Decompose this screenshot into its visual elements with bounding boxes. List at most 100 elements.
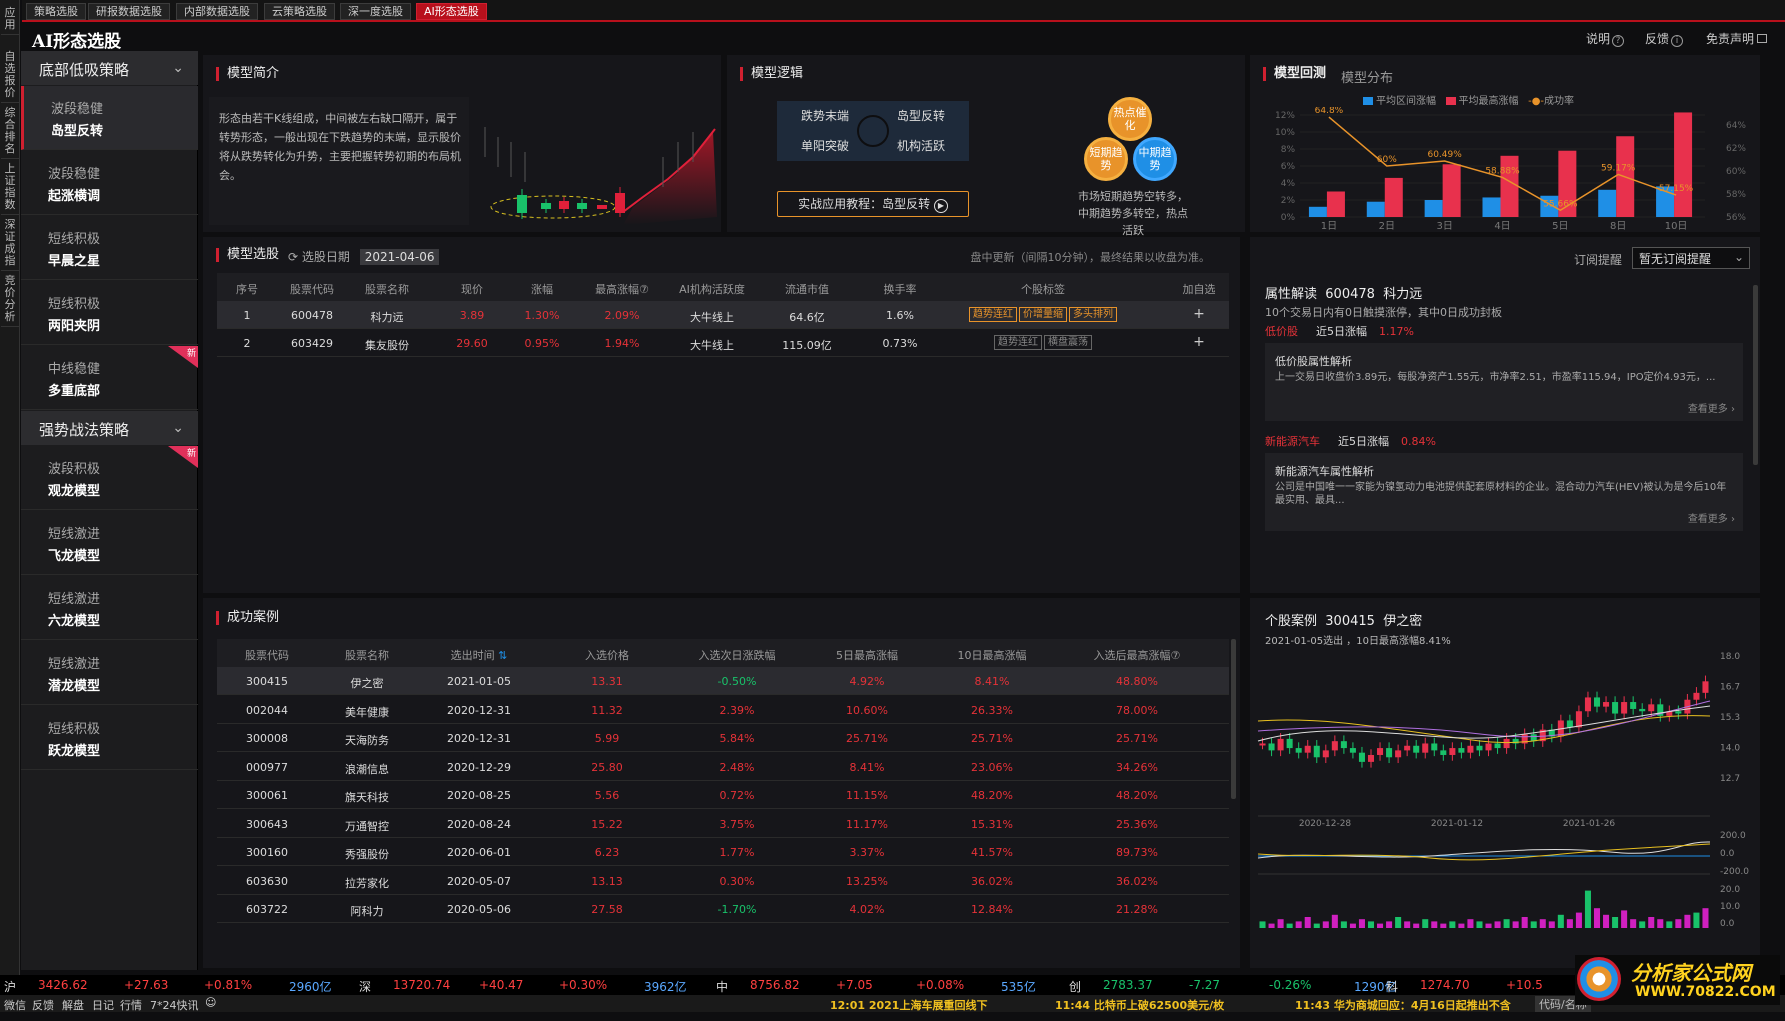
volume-bar <box>1657 919 1664 928</box>
sidebar-item-liulong[interactable]: 短线激进 六龙模型 <box>21 576 198 640</box>
table-header: 序号 股票代码 股票名称 现价 涨幅 最高涨幅⑦ AI机构活跃度 流通市值 换手… <box>217 273 1229 301</box>
data-label: 58.88% <box>1485 166 1520 176</box>
bottom-link-news724[interactable]: 7*24快讯 <box>150 997 199 1013</box>
bottom-link-quotes[interactable]: 行情 <box>120 997 142 1013</box>
more-link[interactable]: 查看更多 › <box>1688 400 1735 415</box>
volume-bar <box>1313 923 1320 928</box>
robot-icon[interactable]: ☺ <box>205 996 216 1009</box>
case-chart-panel: 个股案例 300415 伊之密 2021-01-05选出 ，10日最高涨幅8.4… <box>1250 598 1760 968</box>
attr-tag[interactable]: 新能源汽车 <box>1265 435 1320 448</box>
news-ticker-2[interactable]: 11:44 比特币上破62500美元/枚 <box>1055 997 1224 1013</box>
date-label: 选股日期 <box>301 250 350 264</box>
tab-internal[interactable]: 内部数据选股 <box>176 3 258 20</box>
sidebar-item-rise-consolidation[interactable]: 波段稳健 起涨横调 <box>21 151 198 215</box>
volume-bar <box>1259 921 1266 928</box>
date-picker[interactable]: ⟳ 选股日期 2021-04-06 <box>288 248 440 265</box>
table-row[interactable]: 2 603429 集友股份 29.60 0.95% 1.94% 大牛线上 115.09亿 0.7… <box>217 329 1229 357</box>
stock-tag[interactable]: 横盘震荡 <box>1044 335 1092 350</box>
bar-max-gain <box>1326 191 1345 217</box>
sidebar-item-two-yang-one-yin[interactable]: 短线积极 两阳夹阴 <box>21 281 198 345</box>
more-link[interactable]: 查看更多 › <box>1688 510 1735 525</box>
stock-tag[interactable]: 趋势连红 <box>994 335 1042 350</box>
stock-tag[interactable]: 多头排列 <box>1069 307 1117 322</box>
volume-bar <box>1702 908 1709 928</box>
cases-scrollbar[interactable] <box>1231 639 1236 799</box>
cell-price: 13.31 <box>591 675 623 688</box>
add-watchlist-icon[interactable]: + <box>1193 334 1205 350</box>
rail-item-auction[interactable]: 竞价分析 <box>1 272 19 327</box>
rail-item-apps[interactable]: 应用 <box>1 4 19 35</box>
bubble-mid-trend: 中期趋势 <box>1133 137 1177 181</box>
bottom-link-analysis[interactable]: 解盘 <box>62 997 84 1013</box>
feedback-link[interactable]: 反馈 i <box>1645 30 1684 47</box>
cell-d1: 0.72% <box>719 789 755 802</box>
section-strong-strategy[interactable]: 强势战法策略 ⌄ <box>21 411 198 445</box>
y-tick-label: 8% <box>1281 145 1296 155</box>
disclaimer-link[interactable]: 免责声明 <box>1706 30 1768 47</box>
table-row[interactable]: 1 600478 科力远 3.89 1.30% 2.09% 大牛线上 64.6亿 1.6% 趋势连… <box>217 301 1229 329</box>
rail-item-watchlist[interactable]: 自选报价 <box>1 48 19 103</box>
tab-strategy[interactable]: 策略选股 <box>26 3 86 20</box>
rail-item-sz-index[interactable]: 深证成指 <box>1 216 19 271</box>
rail-item-ranking[interactable]: 综合排名 <box>1 104 19 159</box>
candle <box>1268 743 1275 751</box>
cell-d1: 2.39% <box>719 703 755 717</box>
stock-tag[interactable]: 趋势连红 <box>969 307 1017 322</box>
sidebar-item-guanlong[interactable]: 新波段积极 观龙模型 <box>21 446 198 510</box>
sidebar-item-yuelong[interactable]: 短线积极 跃龙模型 <box>21 706 198 770</box>
table-row[interactable]: 300415 伊之密 2021-01-05 13.31 -0.50% 4.92% 8.41%… <box>217 667 1229 695</box>
tab-ai-pattern[interactable]: AI形态选股 <box>416 3 487 20</box>
volume-bar <box>1675 919 1682 928</box>
tab-research[interactable]: 研报数据选股 <box>88 3 170 20</box>
tab-backtest[interactable]: 模型回测 <box>1263 67 1326 81</box>
table-row[interactable]: 300643 万通智控 2020-08-24 15.22 3.75% 11.17% 15.3… <box>217 810 1229 838</box>
cell-d5: 4.02% <box>849 903 885 916</box>
col-header[interactable]: 选出时间 ⇅ <box>451 647 508 663</box>
tutorial-button[interactable]: 实战应用教程：岛型反转 ▶ <box>777 191 969 217</box>
stock-tag[interactable]: 价增量缩 <box>1019 307 1067 322</box>
table-row[interactable]: 603722 阿科力 2020-05-06 27.58 -1.70% 4.02% 12.84… <box>217 895 1229 923</box>
section-bottom-strategy[interactable]: 底部低吸策略 ⌄ <box>21 51 198 85</box>
chart-legend: 平均区间涨幅 平均最高涨幅 -●-成功率 <box>1363 92 1574 107</box>
candlestick-chart: 18.0 16.7 15.3 14.0 12.7 2020-12-28 2021-01-12… <box>1257 652 1749 929</box>
volume-bar <box>1512 921 1519 928</box>
legend-label: 平均最高涨幅 <box>1458 96 1519 107</box>
add-watchlist-icon[interactable]: + <box>1193 306 1205 322</box>
index-market: 中 <box>716 980 729 994</box>
table-row[interactable]: 300008 天海防务 2020-12-31 5.99 5.84% 25.71% 25.71… <box>217 724 1229 752</box>
restore-window-icon[interactable] <box>1757 34 1768 43</box>
data-label: 55.66% <box>1543 199 1578 209</box>
cell-price: 25.80 <box>591 760 623 774</box>
refresh-icon[interactable]: ⟳ <box>288 250 298 264</box>
bottom-link-wechat[interactable]: 微信 <box>4 997 26 1013</box>
bottom-link-feedback[interactable]: 反馈 <box>32 997 54 1013</box>
table-row[interactable]: 300160 秀强股份 2020-06-01 6.23 1.77% 3.37% 41.57%… <box>217 838 1229 866</box>
cell-d1: 2.48% <box>719 760 755 774</box>
table-row[interactable]: 603630 拉芳家化 2020-05-07 13.13 0.30% 13.25% 36.0… <box>217 867 1229 895</box>
table-row[interactable]: 300061 旗天科技 2020-08-25 5.56 0.72% 11.15% 48.20… <box>217 781 1229 809</box>
tab-deep[interactable]: 深一度选股 <box>340 3 411 20</box>
cell-code: 600478 <box>291 309 333 322</box>
attr-scrollbar[interactable] <box>1753 285 1758 465</box>
cell-price: 11.32 <box>591 703 623 717</box>
sidebar-item-island-reversal[interactable]: 波段稳健 岛型反转 <box>21 86 198 150</box>
sidebar-item-feilong[interactable]: 短线激进 飞龙模型 <box>21 511 198 575</box>
sidebar-item-qianlong[interactable]: 短线激进 潜龙模型 <box>21 641 198 705</box>
rail-item-sh-index[interactable]: 上证指数 <box>1 160 19 215</box>
news-ticker-1[interactable]: 12:01 2021上海车展重回线下 <box>830 997 987 1013</box>
tab-distribution[interactable]: 模型分布 <box>1341 67 1393 86</box>
bar-interval-gain <box>1424 200 1443 217</box>
candle <box>1286 738 1293 749</box>
volume-bar <box>1422 919 1429 928</box>
volume-bar <box>1630 919 1637 928</box>
sidebar-item-morning-star[interactable]: 短线积极 早晨之星 <box>21 216 198 280</box>
sidebar-item-multi-bottom[interactable]: 新中线稳健 多重底部 <box>21 346 198 410</box>
table-row[interactable]: 002044 美年健康 2020-12-31 11.32 2.39% 10.60% 26.3… <box>217 696 1229 724</box>
help-link[interactable]: 说明? <box>1586 30 1625 47</box>
bottom-link-diary[interactable]: 日记 <box>92 997 114 1013</box>
news-ticker-3[interactable]: 11:43 华为商城回应：4月16日起推出不含 <box>1295 997 1511 1013</box>
table-row[interactable]: 000977 浪潮信息 2020-12-29 25.80 2.48% 8.41% 23.06… <box>217 753 1229 781</box>
attr-tag[interactable]: 低价股 <box>1265 325 1298 338</box>
tab-cloud[interactable]: 云策略选股 <box>264 3 335 20</box>
cell-date: 2020-08-24 <box>447 817 511 831</box>
